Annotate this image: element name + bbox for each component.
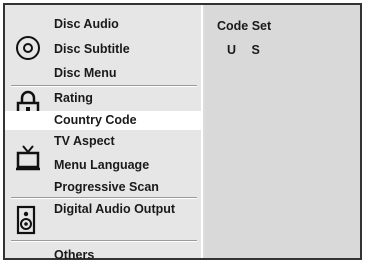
tv-icon: [15, 145, 41, 176]
content-panel: Code Set U S: [205, 5, 360, 258]
speaker-icon: [15, 205, 37, 240]
disc-icon: [15, 35, 41, 66]
separator: [11, 240, 197, 242]
menu-item-disc-subtitle[interactable]: Disc Subtitle: [54, 42, 130, 56]
content-title: Code Set: [217, 19, 272, 33]
menu-item-menu-language[interactable]: Menu Language: [54, 158, 149, 172]
menu-item-rating[interactable]: Rating: [54, 91, 93, 105]
code-set-value[interactable]: U S: [227, 43, 266, 57]
menu-item-others[interactable]: Others: [54, 248, 94, 262]
separator: [11, 85, 197, 87]
menu-item-tv-aspect[interactable]: TV Aspect: [54, 134, 115, 148]
menu-item-country-code[interactable]: Country Code: [5, 111, 201, 130]
menu-item-disc-audio[interactable]: Disc Audio: [54, 17, 119, 31]
setup-menu-screen: Disc Audio Disc Subtitle Disc Menu Ratin…: [3, 3, 362, 262]
sidebar-menu: Disc Audio Disc Subtitle Disc Menu Ratin…: [5, 5, 203, 262]
separator: [11, 197, 197, 199]
menu-item-digital-audio-output[interactable]: Digital Audio Output: [54, 202, 175, 216]
menu-item-disc-menu[interactable]: Disc Menu: [54, 66, 117, 80]
menu-item-progressive-scan[interactable]: Progressive Scan: [54, 180, 159, 194]
